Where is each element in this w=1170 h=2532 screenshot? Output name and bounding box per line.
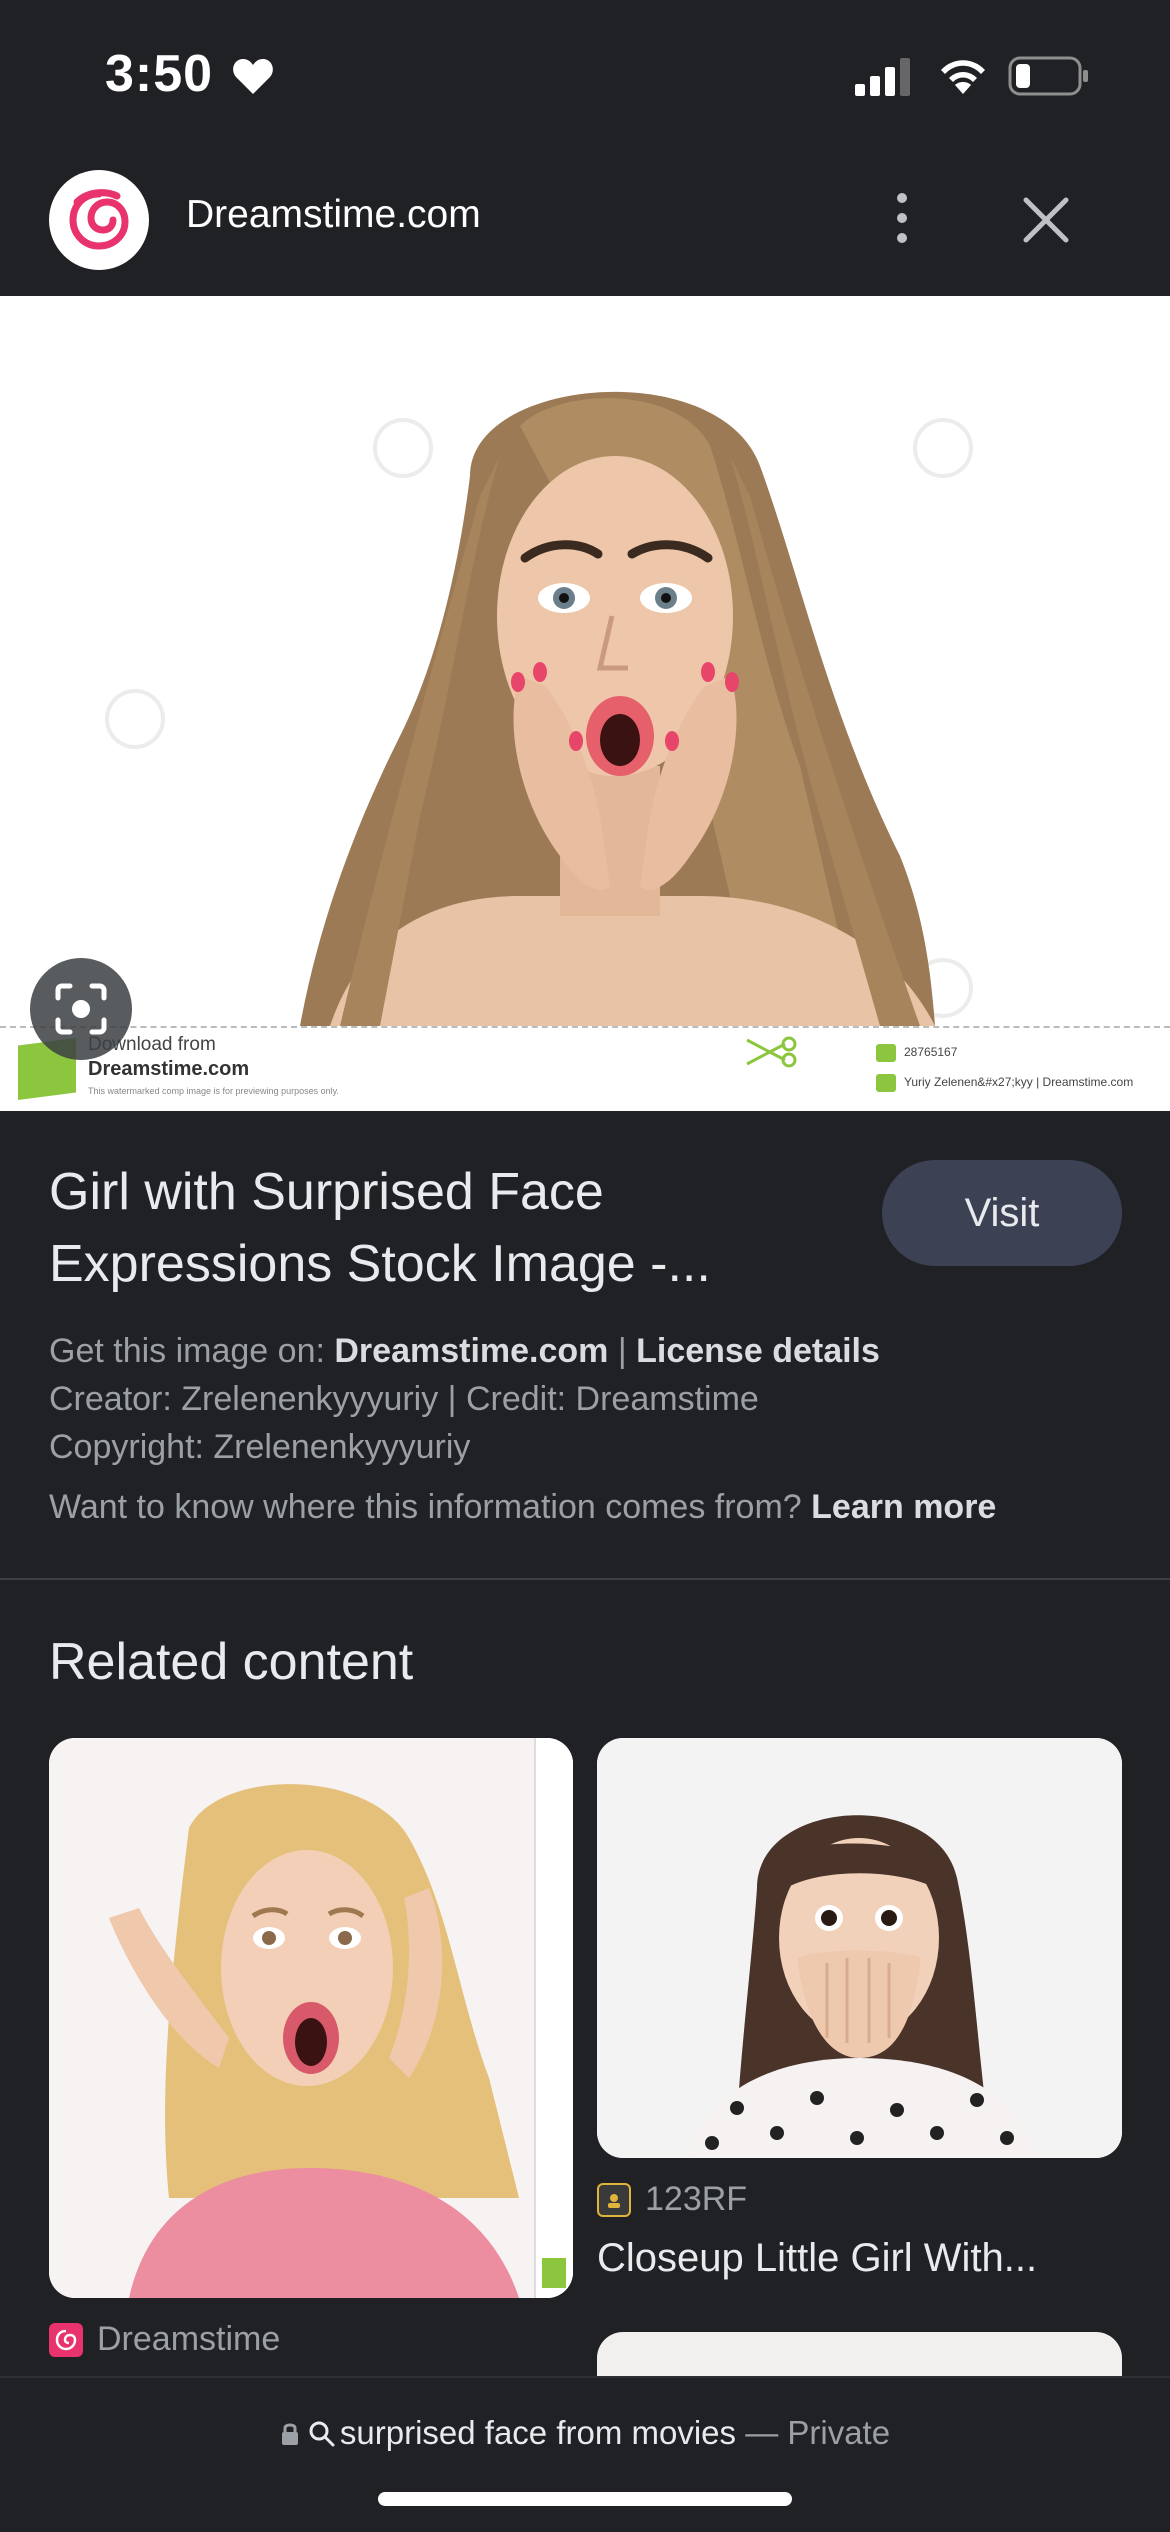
watermark-site-text: Dreamstime.com [88,1058,250,1080]
search-query-bar[interactable]: surprised face from movies — Private [0,2414,1170,2452]
private-mode-label: Private [787,2414,891,2451]
related-source-label-2: 123RF [645,2180,748,2218]
copyright-line: Copyright: Zrelenenkyyyuriy [49,1428,471,1466]
related-heading: Related content [49,1633,414,1691]
related-source-label-1: Dreamstime [97,2320,281,2358]
watermark-credit-text: Yuriy Zelenen&#x27;kyy | Dreamstime.com [904,1075,1134,1090]
license-details-link[interactable]: License details [636,1332,880,1370]
related-caption-2[interactable]: Closeup Little Girl With... [597,2236,1117,2281]
learn-more-line: Want to know where this information come… [49,1488,996,1527]
site-name[interactable]: Dreamstime.com [186,193,481,237]
site-header: Dreamstime.com [0,150,1170,296]
image-title: Girl with Surprised Face Expressions Sto… [49,1163,711,1293]
123rf-logo-icon [597,2182,631,2217]
info-separator: | [608,1332,637,1370]
related-image-1[interactable] [49,1738,573,2298]
lens-search-icon [55,983,107,1035]
signal-icon [855,58,910,96]
dreamstime-logo-icon[interactable] [49,170,149,270]
credit-tag-icon [876,1074,896,1092]
lens-search-button[interactable] [30,958,132,1060]
id-tag-icon [876,1044,896,1062]
watermark-notice-text: This watermarked comp image is for previ… [88,1086,339,1096]
watermark-strip: Download from Dreamstime.com This waterm… [0,1026,1170,1111]
status-bar: 3:50 [0,0,1170,150]
battery-icon [1008,56,1088,96]
visit-button[interactable]: Visit [882,1160,1122,1266]
related-image-2[interactable] [597,1738,1122,2158]
more-vert-icon[interactable] [880,188,924,248]
search-query-text: surprised face from movies [339,2414,737,2451]
watermark-credit: Yuriy Zelenen&#x27;kyy | Dreamstime.com [876,1074,1133,1092]
scissors-icon [746,1036,797,1068]
search-icon [309,2421,335,2447]
home-indicator[interactable] [378,2492,792,2506]
little-girl-surprised-photo [597,1738,1122,2158]
watermark-id: 28765167 [876,1044,957,1062]
blonde-surprised-woman-photo [49,1738,573,2298]
surprised-woman-photo [0,296,1170,1027]
bottom-bar[interactable]: surprised face from movies — Private [0,2376,1170,2532]
related-source-2[interactable]: 123RF [597,2180,747,2219]
dreamstime-logo-icon [49,2322,83,2357]
main-image[interactable]: Download from Dreamstime.com This waterm… [0,296,1170,1111]
get-image-prefix: Get this image on: [49,1332,335,1370]
watermark-id-text: 28765167 [904,1045,958,1060]
heart-icon [233,59,273,94]
page: 3:50 Dreamstime.com Download from Dreams… [0,0,1170,2532]
status-time: 3:50 [105,45,214,103]
wifi-icon [941,60,985,94]
related-source-1[interactable]: Dreamstime [49,2320,280,2359]
get-image-line: Get this image on: Dreamstime.com | Lice… [49,1332,880,1371]
get-image-site-link[interactable]: Dreamstime.com [334,1332,608,1370]
learn-more-prefix: Want to know where this information come… [49,1488,812,1526]
query-dash: — [736,2414,788,2451]
close-icon[interactable] [1020,194,1072,246]
section-divider [0,1578,1170,1580]
learn-more-link[interactable]: Learn more [811,1488,996,1526]
lock-icon [281,2423,298,2445]
creator-line: Creator: Zrelenenkyyyuriy | Credit: Drea… [49,1380,759,1418]
